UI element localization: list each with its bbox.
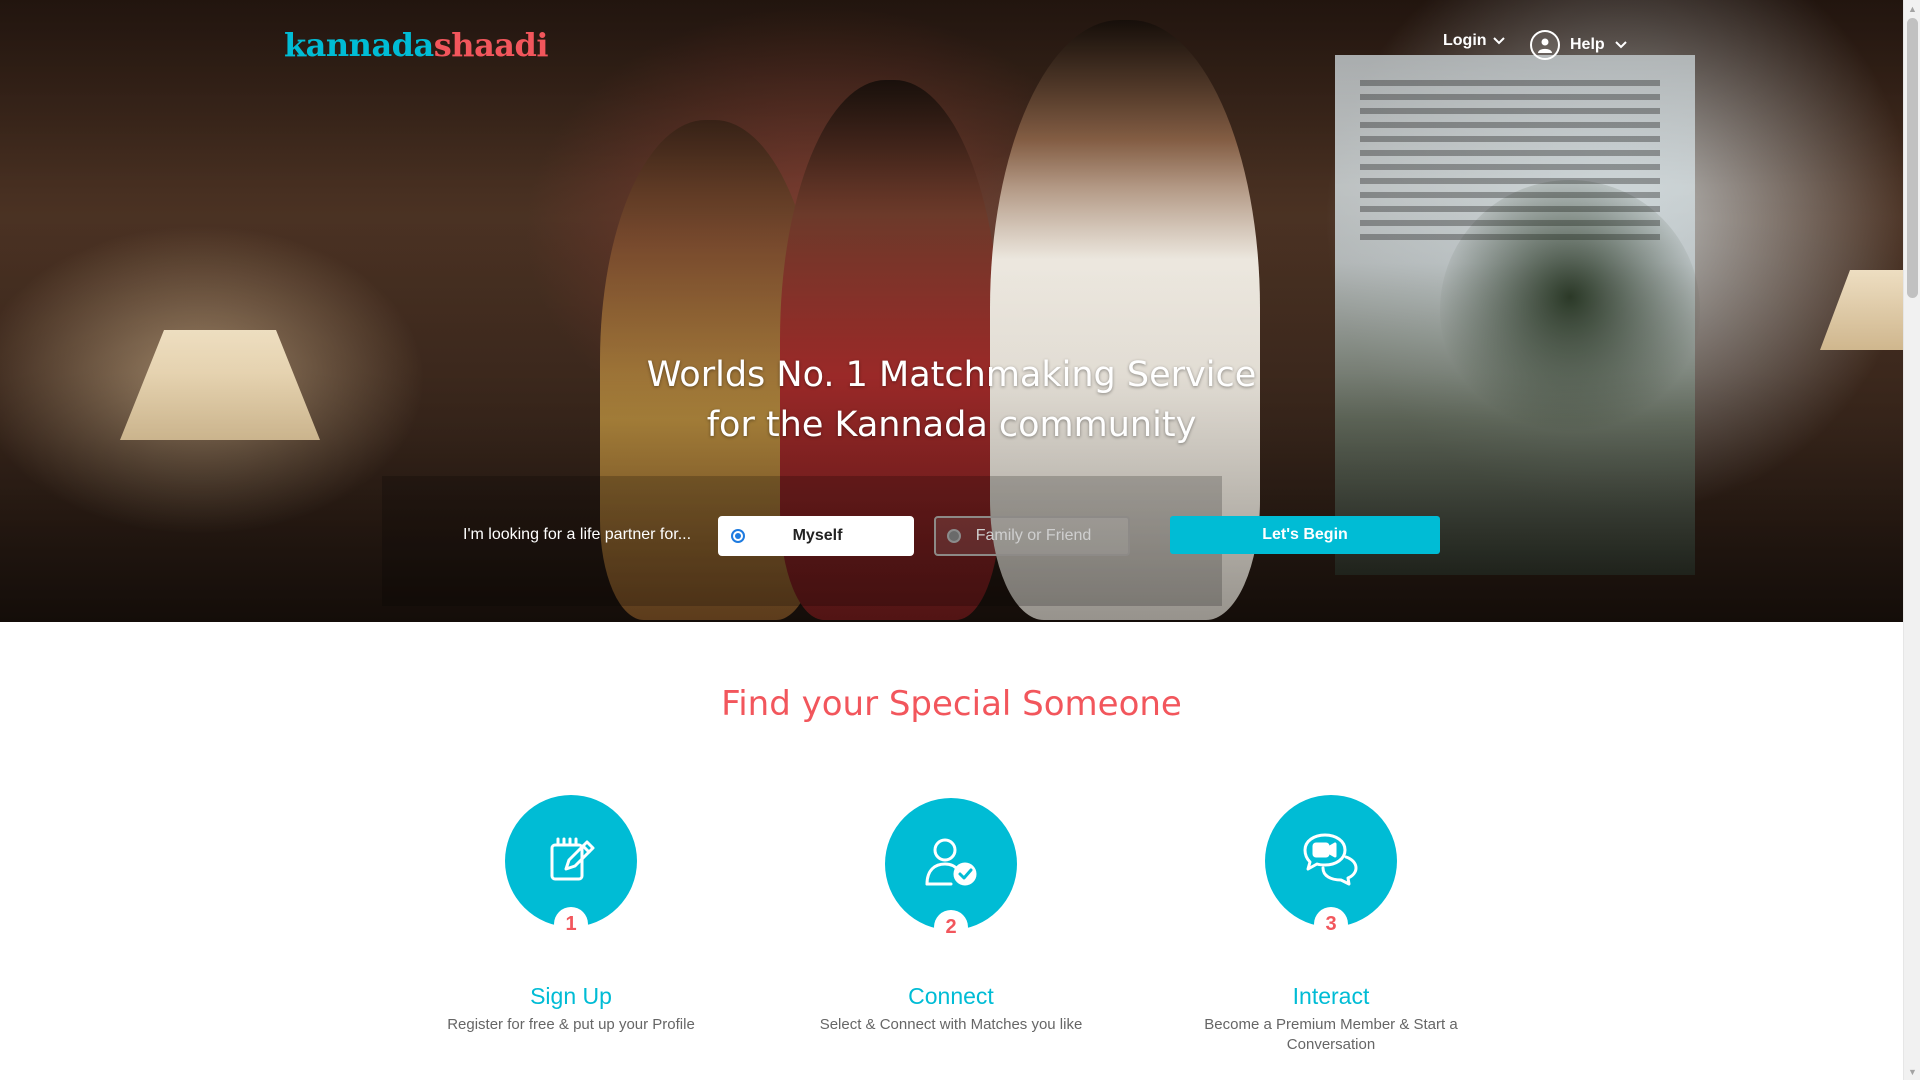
option-family-radio[interactable]: Family or Friend bbox=[934, 516, 1130, 556]
step-interact: 3 Interact Become a Premium Member & Sta… bbox=[1181, 795, 1481, 1055]
help-label: Help bbox=[1570, 36, 1605, 53]
option-myself-label: Myself bbox=[792, 527, 843, 544]
step-connect: 2 Connect Select & Connect with Matches … bbox=[801, 798, 1101, 1035]
search-prompt-label: I'm looking for a life partner for... bbox=[463, 526, 692, 543]
help-menu[interactable]: Help bbox=[1530, 30, 1627, 60]
radio-selected-icon bbox=[731, 529, 745, 543]
hero-headline: Worlds No. 1 Matchmaking Service for the… bbox=[0, 350, 1903, 450]
step-title: Interact bbox=[1292, 983, 1370, 1009]
chevron-down-icon bbox=[1614, 40, 1627, 52]
logo-text-kannada: kannada bbox=[284, 26, 434, 64]
landing-page: kannadashaadi Login Help Worlds No. 1 Ma… bbox=[0, 0, 1903, 1080]
lets-begin-button[interactable]: Let's Begin bbox=[1170, 516, 1440, 554]
section-title: Find your Special Someone bbox=[721, 684, 1182, 724]
step-number: 1 bbox=[554, 907, 588, 941]
step-description: Become a Premium Member & Start a Conver… bbox=[1204, 1016, 1458, 1053]
step-1-circle: 1 bbox=[505, 795, 637, 941]
step-number: 2 bbox=[934, 910, 968, 944]
step-description: Register for free & put up your Profile bbox=[447, 1016, 695, 1033]
step-2-circle: 2 bbox=[885, 798, 1017, 944]
option-family-label: Family or Friend bbox=[975, 527, 1092, 544]
scrollbar-thumb[interactable] bbox=[1907, 18, 1918, 298]
user-avatar-icon bbox=[1530, 30, 1560, 60]
option-myself-radio[interactable]: Myself bbox=[718, 516, 914, 556]
step-description: Select & Connect with Matches you like bbox=[819, 1016, 1083, 1033]
page-scrollbar[interactable]: ▲ ▼ bbox=[1903, 0, 1920, 1080]
logo-text-shaadi: shaadi bbox=[433, 26, 549, 64]
login-menu[interactable]: Login bbox=[1443, 32, 1505, 50]
hero-headline-line1: Worlds No. 1 Matchmaking Service bbox=[646, 355, 1257, 395]
scroll-down-arrow-icon[interactable]: ▼ bbox=[1904, 1063, 1920, 1080]
edit-profile-icon bbox=[545, 833, 597, 890]
chat-video-icon bbox=[1301, 832, 1361, 891]
connect-user-check-icon bbox=[921, 834, 981, 895]
step-3-circle: 3 bbox=[1265, 795, 1397, 941]
step-sign-up: 1 Sign Up Register for free & put up you… bbox=[421, 795, 721, 1035]
step-number: 3 bbox=[1314, 907, 1348, 941]
step-title: Connect bbox=[908, 983, 994, 1009]
scroll-up-arrow-icon[interactable]: ▲ bbox=[1904, 0, 1920, 17]
login-label: Login bbox=[1443, 32, 1487, 49]
radio-unselected-icon bbox=[947, 529, 961, 543]
hero-headline-line2: for the Kannada community bbox=[706, 405, 1197, 445]
site-logo[interactable]: kannadashaadi bbox=[284, 26, 549, 64]
step-title: Sign Up bbox=[530, 983, 612, 1009]
chevron-down-icon bbox=[1492, 36, 1505, 48]
